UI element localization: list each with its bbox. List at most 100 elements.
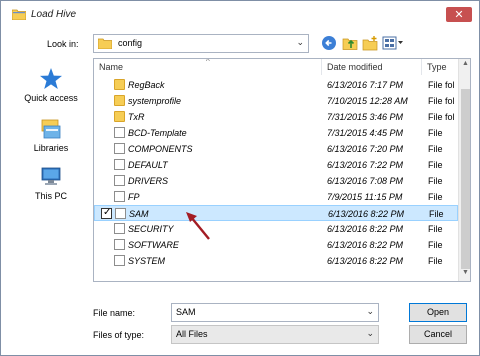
folder-icon bbox=[12, 9, 26, 20]
file-date: 7/10/2015 12:28 AM bbox=[327, 96, 408, 106]
file-name-input[interactable]: SAM ⌄ bbox=[171, 303, 379, 322]
file-type: File bbox=[428, 144, 443, 154]
file-row[interactable]: FP 7/9/2015 11:15 PM File bbox=[94, 189, 458, 205]
file-name: SOFTWARE bbox=[128, 240, 179, 250]
folder-icon bbox=[114, 95, 125, 106]
file-name: DRIVERS bbox=[128, 176, 169, 186]
place-label: This PC bbox=[34, 191, 67, 201]
file-type: File bbox=[428, 128, 443, 138]
file-list[interactable]: ^ Name Date modified Type RegBack 6/13/20… bbox=[93, 58, 471, 282]
close-button[interactable]: ✕ bbox=[446, 7, 472, 22]
file-name: RegBack bbox=[128, 80, 165, 90]
file-name: SAM bbox=[129, 209, 149, 219]
file-type: File bbox=[428, 176, 443, 186]
file-name-value: SAM bbox=[176, 307, 196, 317]
place-this-pc[interactable]: This PC bbox=[13, 165, 89, 201]
file-name: DEFAULT bbox=[128, 160, 168, 170]
file-type: File bbox=[429, 209, 444, 219]
file-type: File fol bbox=[428, 96, 455, 106]
folder-icon bbox=[98, 38, 112, 49]
file-date: 7/31/2015 3:46 PM bbox=[327, 112, 404, 122]
view-menu-icon[interactable] bbox=[382, 35, 404, 51]
place-label: Quick access bbox=[24, 93, 78, 103]
scroll-thumb[interactable] bbox=[461, 89, 470, 269]
new-folder-icon[interactable] bbox=[362, 35, 378, 51]
load-hive-dialog: Load Hive ✕ Look in: config ⌄ Quick acce… bbox=[0, 0, 480, 356]
back-icon[interactable] bbox=[321, 35, 337, 51]
vertical-scrollbar[interactable]: ▲ ▼ bbox=[458, 59, 470, 281]
file-icon bbox=[114, 255, 125, 266]
chevron-down-icon[interactable]: ⌄ bbox=[366, 328, 374, 339]
place-label: Libraries bbox=[33, 143, 69, 153]
file-row[interactable]: DRIVERS 6/13/2016 7:08 PM File bbox=[94, 173, 458, 189]
annotation-arrow-icon bbox=[186, 212, 210, 240]
file-row[interactable]: DEFAULT 6/13/2016 7:22 PM File bbox=[94, 157, 458, 173]
file-icon bbox=[114, 223, 125, 234]
file-date: 7/9/2015 11:15 PM bbox=[327, 192, 403, 202]
file-type: File fol bbox=[428, 80, 455, 90]
star-icon bbox=[40, 68, 62, 89]
checkmark-icon: ✓ bbox=[103, 207, 112, 218]
file-date: 6/13/2016 7:22 PM bbox=[327, 160, 404, 170]
file-icon bbox=[114, 127, 125, 138]
places-bar: Quick access Libraries This PC bbox=[13, 59, 89, 281]
file-icon bbox=[114, 159, 125, 170]
folder-icon bbox=[114, 111, 125, 122]
file-date: 6/13/2016 8:22 PM bbox=[328, 209, 405, 219]
file-type: File bbox=[428, 240, 443, 250]
file-icon bbox=[114, 191, 125, 202]
column-header-name[interactable]: Name bbox=[94, 59, 322, 75]
file-icon bbox=[115, 208, 126, 219]
row-checkbox[interactable]: ✓ bbox=[101, 207, 112, 219]
close-icon: ✕ bbox=[454, 8, 464, 21]
file-name: COMPONENTS bbox=[128, 144, 193, 154]
file-type: File bbox=[428, 192, 443, 202]
file-row[interactable]: TxR 7/31/2015 3:46 PM File fol bbox=[94, 109, 458, 125]
file-row[interactable]: systemprofile 7/10/2015 12:28 AM File fol bbox=[94, 93, 458, 109]
scroll-up-icon[interactable]: ▲ bbox=[459, 60, 470, 67]
window-title: Load Hive bbox=[31, 9, 77, 20]
file-row[interactable]: SYSTEM 6/13/2016 8:22 PM File bbox=[94, 253, 458, 269]
file-name: systemprofile bbox=[128, 96, 182, 106]
file-name: BCD-Template bbox=[128, 128, 187, 138]
chevron-down-icon[interactable]: ⌄ bbox=[366, 306, 374, 317]
file-type: File bbox=[428, 256, 443, 266]
file-date: 6/13/2016 7:20 PM bbox=[327, 144, 404, 154]
file-icon bbox=[114, 175, 125, 186]
cancel-button[interactable]: Cancel bbox=[409, 325, 467, 344]
file-name: FP bbox=[128, 192, 140, 202]
file-name-label: File name: bbox=[93, 308, 136, 318]
column-header-date[interactable]: Date modified bbox=[322, 59, 422, 75]
folder-icon bbox=[114, 79, 125, 90]
file-name: TxR bbox=[128, 112, 145, 122]
column-header-type[interactable]: Type bbox=[422, 59, 458, 75]
file-row[interactable]: SOFTWARE 6/13/2016 8:22 PM File bbox=[94, 237, 458, 253]
file-type-value: All Files bbox=[176, 329, 208, 339]
file-icon bbox=[114, 143, 125, 154]
file-name: SYSTEM bbox=[128, 256, 166, 266]
file-row[interactable]: SECURITY 6/13/2016 8:22 PM File bbox=[94, 221, 458, 237]
up-folder-icon[interactable] bbox=[342, 35, 358, 51]
file-row[interactable]: BCD-Template 7/31/2015 4:45 PM File bbox=[94, 125, 458, 141]
file-type: File fol bbox=[428, 112, 455, 122]
title-bar[interactable]: Load Hive ✕ bbox=[2, 2, 478, 28]
file-type: File bbox=[428, 160, 443, 170]
file-type: File bbox=[428, 224, 443, 234]
file-type-select[interactable]: All Files ⌄ bbox=[171, 325, 379, 344]
file-date: 6/13/2016 8:22 PM bbox=[327, 224, 404, 234]
place-quick-access[interactable]: Quick access bbox=[13, 67, 89, 103]
look-in-combo[interactable]: config ⌄ bbox=[93, 34, 309, 53]
look-in-value: config bbox=[118, 38, 143, 48]
look-in-label: Look in: bbox=[47, 39, 79, 49]
file-type-label: Files of type: bbox=[93, 330, 145, 340]
file-date: 7/31/2015 4:45 PM bbox=[327, 128, 404, 138]
chevron-down-icon[interactable]: ⌄ bbox=[296, 37, 304, 48]
scroll-down-icon[interactable]: ▼ bbox=[459, 269, 470, 276]
file-row[interactable]: COMPONENTS 6/13/2016 7:20 PM File bbox=[94, 141, 458, 157]
file-row[interactable]: RegBack 6/13/2016 7:17 PM File fol bbox=[94, 77, 458, 93]
computer-icon bbox=[41, 167, 61, 185]
file-row[interactable]: ✓ SAM 6/13/2016 8:22 PM File bbox=[94, 205, 458, 221]
place-libraries[interactable]: Libraries bbox=[13, 117, 89, 153]
file-date: 6/13/2016 7:08 PM bbox=[327, 176, 404, 186]
open-button[interactable]: Open bbox=[409, 303, 467, 322]
